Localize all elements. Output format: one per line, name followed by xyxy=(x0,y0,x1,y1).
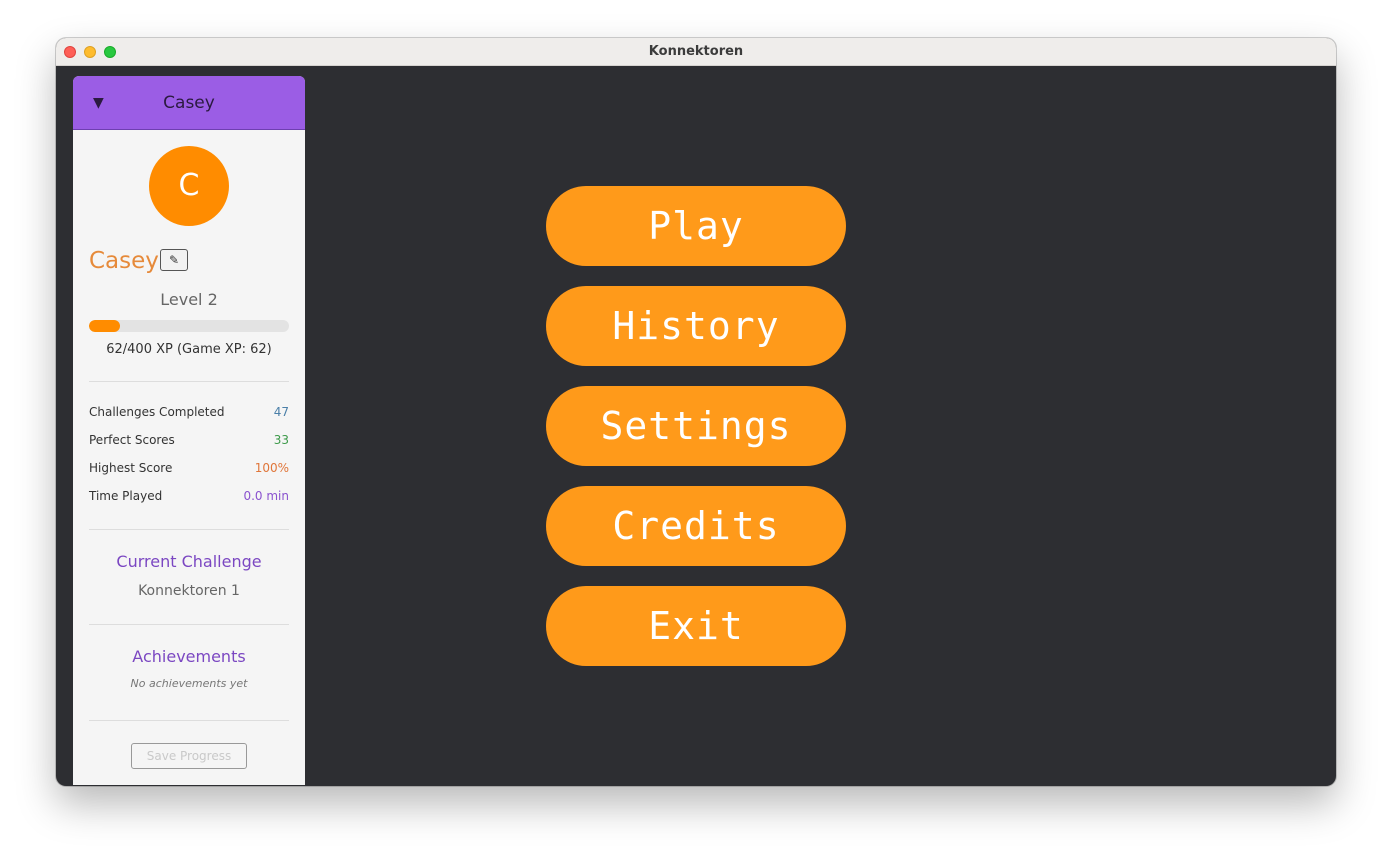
avatar: C xyxy=(149,146,229,226)
stat-label: Challenges Completed xyxy=(89,405,225,419)
stat-value: 33 xyxy=(273,433,289,447)
xp-progress-fill xyxy=(89,320,120,332)
window-title: Konnektoren xyxy=(648,44,744,59)
divider xyxy=(89,624,289,625)
credits-button[interactable]: Credits xyxy=(546,486,846,566)
sidebar-header-name: Casey xyxy=(163,93,215,113)
stat-time-played: Time Played 0.0 min xyxy=(89,486,289,506)
divider xyxy=(89,381,289,382)
level-label: Level 2 xyxy=(160,290,218,309)
sidebar-header[interactable]: ▼ Casey xyxy=(73,76,305,130)
save-progress-button[interactable]: Save Progress xyxy=(131,743,247,769)
stat-label: Time Played xyxy=(89,489,163,503)
current-challenge-title: Current Challenge xyxy=(116,552,262,571)
stat-value: 100% xyxy=(254,461,289,475)
profile-name: Casey xyxy=(89,248,159,274)
exit-button[interactable]: Exit xyxy=(546,586,846,666)
divider xyxy=(89,529,289,530)
stat-value: 0.0 min xyxy=(243,489,289,503)
app-window: Konnektoren ▼ Casey C Casey ✎ Level 2 62… xyxy=(56,38,1336,786)
current-challenge-value: Konnektoren 1 xyxy=(138,583,240,599)
xp-progress-bar xyxy=(89,320,289,332)
achievements-empty-text: No achievements yet xyxy=(130,677,248,690)
play-button[interactable]: Play xyxy=(546,186,846,266)
stat-challenges-completed: Challenges Completed 47 xyxy=(89,402,289,422)
stat-highest-score: Highest Score 100% xyxy=(89,458,289,478)
achievements-title: Achievements xyxy=(132,647,246,666)
title-bar[interactable]: Konnektoren xyxy=(56,38,1336,66)
divider xyxy=(89,720,289,721)
edit-name-button[interactable]: ✎ xyxy=(160,249,188,271)
stat-perfect-scores: Perfect Scores 33 xyxy=(89,430,289,450)
settings-button[interactable]: Settings xyxy=(546,386,846,466)
stat-label: Perfect Scores xyxy=(89,433,175,447)
profile-sidebar: ▼ Casey C Casey ✎ Level 2 62/400 XP (Gam… xyxy=(73,76,305,785)
stat-label: Highest Score xyxy=(89,461,173,475)
history-button[interactable]: History xyxy=(546,286,846,366)
stat-value: 47 xyxy=(273,405,289,419)
xp-text: 62/400 XP (Game XP: 62) xyxy=(106,342,272,357)
pencil-icon: ✎ xyxy=(168,253,180,267)
